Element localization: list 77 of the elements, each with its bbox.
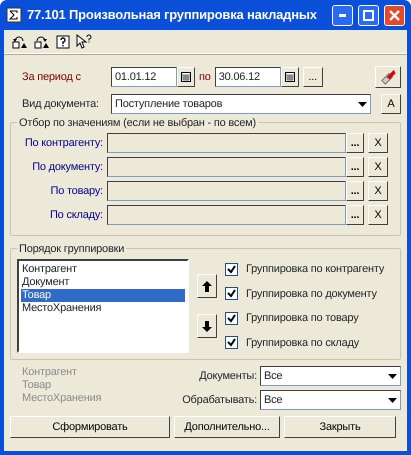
filter-label: По товару:	[49, 184, 104, 199]
minimize-button[interactable]	[332, 4, 353, 26]
check-icon	[227, 289, 236, 298]
dropdown[interactable]: Все	[260, 390, 401, 410]
select-button[interactable]: ...	[346, 205, 364, 225]
window-title: 77.101 Произвольная группировка накладных	[27, 6, 318, 24]
filter-label: По складу:	[48, 208, 104, 223]
dropdown[interactable]: Все	[260, 366, 401, 386]
calendar-icon	[284, 72, 295, 82]
clear-button[interactable]: X	[368, 157, 388, 177]
dropdown-arrow-icon	[388, 374, 397, 378]
clear-button[interactable]: X	[368, 205, 388, 225]
summary-text: МестоХранения	[22, 392, 102, 405]
calendar-button[interactable]	[177, 67, 195, 87]
checkbox[interactable]	[225, 287, 238, 300]
undo-tree-icon[interactable]	[12, 34, 28, 48]
check-icon	[227, 314, 236, 323]
window-icon	[6, 7, 22, 23]
summary-text: Товар	[22, 379, 52, 392]
check-icon	[227, 338, 236, 348]
clear-button[interactable]: X	[368, 133, 388, 153]
up-arrow-icon	[202, 280, 212, 292]
filter-field[interactable]	[107, 205, 346, 225]
action-button[interactable]: Сформировать	[10, 416, 170, 438]
action-button[interactable]: Закрыть	[284, 416, 396, 438]
list-item[interactable]: МестоХранения	[21, 302, 185, 315]
close-icon	[389, 10, 400, 20]
period-to-label: по	[199, 70, 211, 85]
checkbox[interactable]	[225, 312, 238, 325]
select-button[interactable]: ...	[346, 133, 364, 153]
action-button[interactable]: Дополнительно...	[174, 416, 280, 438]
group-title: Порядок группировки	[17, 241, 126, 258]
maximize-button[interactable]	[358, 4, 379, 26]
checkbox-label: Группировка по складу	[246, 336, 360, 350]
select-label: Обрабатывать:	[181, 392, 258, 408]
filter-label: По документу:	[31, 160, 104, 175]
close-button[interactable]	[384, 4, 405, 26]
filter-field[interactable]	[107, 157, 346, 177]
doc-type-label: Вид документа:	[21, 96, 100, 112]
eraser-icon	[380, 69, 396, 85]
doc-type-dropdown[interactable]: Поступление товаров	[111, 94, 371, 114]
filter-field[interactable]	[107, 133, 346, 153]
minimize-icon	[339, 14, 346, 16]
move-down-button[interactable]	[197, 314, 217, 338]
move-up-button[interactable]	[197, 274, 217, 298]
filter-field[interactable]	[107, 181, 346, 201]
clear-period-button[interactable]	[375, 66, 401, 88]
redo-tree-icon[interactable]	[34, 34, 50, 48]
list-item[interactable]: Документ	[21, 276, 185, 289]
maximize-icon	[363, 10, 374, 20]
doc-type-button[interactable]: А	[381, 94, 401, 114]
select-button[interactable]: ...	[346, 157, 364, 177]
checkbox[interactable]	[225, 336, 238, 350]
checkbox-label: Группировка по контрагенту	[246, 262, 384, 277]
more-button[interactable]: ...	[302, 67, 323, 87]
summary-text: Контрагент	[22, 366, 78, 379]
list-item[interactable]: Контрагент	[21, 263, 185, 276]
list-item[interactable]: Товар	[21, 289, 185, 302]
check-icon	[227, 264, 236, 274]
date-field[interactable]: 30.06.12	[214, 67, 281, 87]
down-arrow-icon	[202, 320, 212, 332]
group-title: Отбор по значениям (если не выбран - по всем)	[17, 115, 258, 132]
filter-label: По контрагенту:	[24, 136, 104, 151]
period-label: За период с	[21, 70, 82, 85]
checkbox-label: Группировка по документу	[246, 286, 377, 302]
help-icon[interactable]	[56, 34, 70, 48]
checkbox-label: Группировка по товару	[246, 311, 358, 326]
select-label: Документы:	[198, 368, 258, 384]
select-button[interactable]: ...	[346, 181, 364, 201]
pointer-help-icon[interactable]	[76, 34, 92, 49]
checkbox[interactable]	[225, 262, 238, 276]
dropdown-arrow-icon	[388, 398, 397, 402]
clear-button[interactable]: X	[368, 181, 388, 201]
dropdown-arrow-icon	[358, 102, 367, 106]
calendar-icon	[181, 72, 191, 82]
date-field[interactable]: 01.01.12	[111, 67, 177, 87]
calendar-button[interactable]	[280, 67, 299, 87]
